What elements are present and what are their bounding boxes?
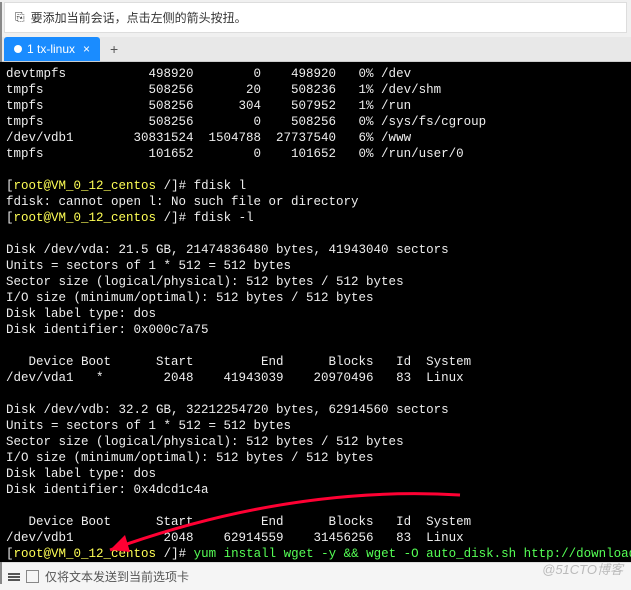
tab-add-button[interactable]: + — [100, 37, 128, 61]
hint-bar: ⎘ 要添加当前会话，点击左侧的箭头按扭。 — [4, 2, 627, 33]
terminal[interactable]: devtmpfs 498920 0 498920 0% /dev tmpfs 5… — [0, 62, 631, 562]
status-bar: 仅将文本发送到当前选项卡 — [0, 562, 631, 590]
share-icon: ⎘ — [15, 10, 25, 25]
hint-text: 要添加当前会话，点击左侧的箭头按扭。 — [31, 9, 247, 26]
status-text: 仅将文本发送到当前选项卡 — [45, 568, 189, 585]
tab-session[interactable]: 1 tx-linux × — [4, 37, 100, 61]
tab-close-button[interactable]: × — [83, 42, 90, 56]
send-all-checkbox[interactable] — [26, 570, 39, 583]
tab-bar: 1 tx-linux × + — [0, 37, 631, 62]
status-dot-icon — [14, 45, 22, 53]
tab-label: 1 tx-linux — [27, 42, 75, 56]
menu-icon[interactable] — [8, 572, 20, 582]
